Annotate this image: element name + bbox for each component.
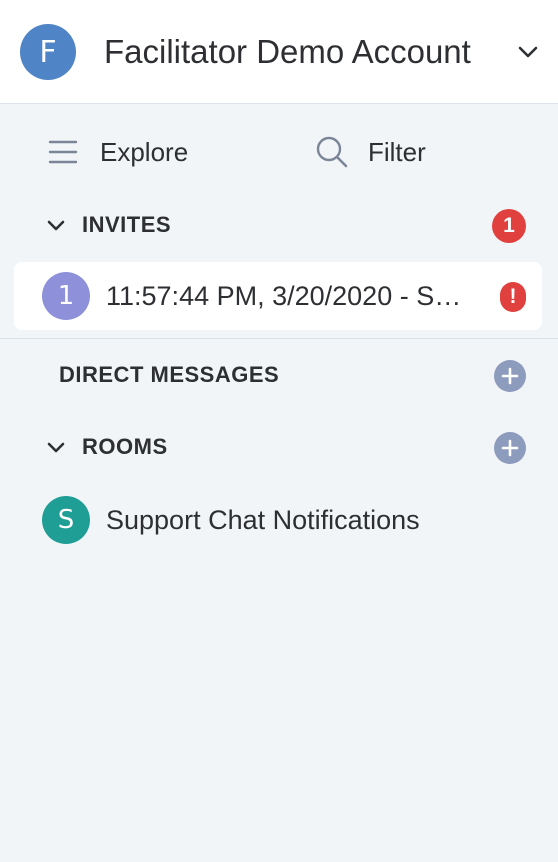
filter-label: Filter	[368, 136, 426, 167]
room-list-item[interactable]: S Support Chat Notifications	[0, 494, 558, 546]
room-avatar: S	[42, 496, 90, 544]
invites-count-badge: 1	[492, 209, 526, 243]
invite-list-item[interactable]: 1 11:57:44 PM, 3/20/2020 - S… !	[14, 262, 542, 330]
account-header[interactable]: F Facilitator Demo Account	[0, 0, 558, 104]
invites-count: 1	[503, 214, 515, 237]
invites-title: INVITES	[82, 212, 172, 237]
explore-button[interactable]: Explore	[46, 130, 188, 174]
direct-messages-title: DIRECT MESSAGES	[59, 362, 280, 387]
alert-icon: !	[500, 282, 526, 312]
room-avatar-letter: S	[57, 505, 75, 535]
account-avatar-letter: F	[39, 34, 57, 70]
chevron-down-icon[interactable]	[46, 218, 66, 234]
rooms-section-header[interactable]: ROOMS	[0, 428, 558, 468]
account-avatar: F	[20, 24, 76, 80]
menu-icon	[48, 140, 78, 164]
invite-label: 11:57:44 PM, 3/20/2020 - S…	[106, 281, 462, 311]
plus-icon	[501, 367, 519, 385]
invites-section-header[interactable]: INVITES 1	[0, 206, 558, 246]
search-icon	[316, 136, 348, 168]
chevron-down-icon[interactable]	[514, 40, 542, 64]
invite-avatar: 1	[42, 272, 90, 320]
add-room-button[interactable]	[494, 432, 526, 464]
section-divider	[0, 338, 558, 339]
plus-icon	[501, 439, 519, 457]
chevron-down-icon[interactable]	[46, 440, 66, 456]
invite-avatar-letter: 1	[57, 281, 75, 311]
add-direct-message-button[interactable]	[494, 360, 526, 392]
direct-messages-section-header[interactable]: DIRECT MESSAGES	[0, 356, 558, 396]
room-name: Support Chat Notifications	[106, 505, 420, 535]
invite-alert: !	[509, 285, 517, 308]
filter-button[interactable]: Filter	[314, 130, 426, 174]
rooms-title: ROOMS	[82, 434, 168, 459]
explore-label: Explore	[100, 136, 189, 167]
account-name[interactable]: Facilitator Demo Account	[104, 30, 496, 74]
